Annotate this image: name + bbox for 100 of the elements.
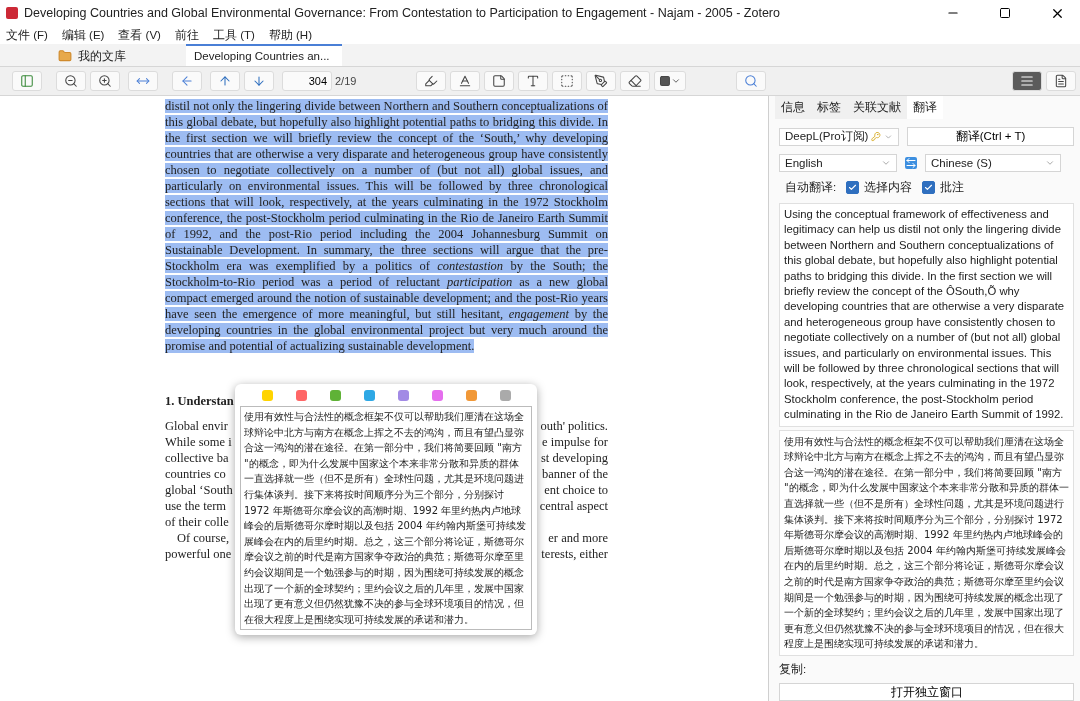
- text-line: banner of the: [541, 466, 608, 482]
- panel-tab[interactable]: 信息: [775, 96, 811, 119]
- fit-width-button[interactable]: [128, 71, 158, 91]
- color-button[interactable]: [654, 71, 687, 91]
- section-heading: 1. Understan: [165, 394, 235, 409]
- text-line: powerful one: [165, 546, 233, 562]
- checkbox-label: 选择内容: [864, 180, 913, 195]
- text-line: countries co: [165, 466, 227, 482]
- tab-label: 我的文库: [78, 48, 127, 64]
- menu-item[interactable]: 编辑 (E): [61, 27, 105, 43]
- check-icon: [848, 183, 858, 192]
- text-line: ent choice to: [543, 482, 608, 498]
- checkbox[interactable]: [922, 181, 936, 194]
- caret-icon: [881, 158, 891, 168]
- tab[interactable]: Developing Countries an...: [186, 44, 342, 66]
- caret-icon: [671, 76, 682, 86]
- highlight-button[interactable]: [416, 71, 447, 91]
- swap-icon[interactable]: [905, 157, 917, 169]
- previous-page-button[interactable]: [210, 71, 240, 91]
- color-swatch[interactable]: [465, 390, 477, 401]
- text-button[interactable]: [518, 71, 549, 91]
- text-line: global ‘South: [165, 482, 234, 498]
- text-line: While some i: [165, 434, 233, 450]
- panel-tab[interactable]: 翻译: [907, 96, 943, 119]
- translate-button[interactable]: 翻译(Ctrl + T): [907, 127, 1074, 146]
- color-swatch[interactable]: [431, 390, 443, 401]
- underline-button[interactable]: [450, 71, 481, 91]
- view-button[interactable]: [1046, 71, 1076, 91]
- checkbox[interactable]: [846, 181, 860, 194]
- text-line: e impulse for: [541, 434, 608, 450]
- page-count: 2/19: [335, 75, 357, 87]
- panel-tab[interactable]: 关联文献: [847, 96, 907, 119]
- note-button[interactable]: [484, 71, 515, 91]
- arrow-down-icon: [252, 74, 266, 88]
- panel-tab[interactable]: 标签: [811, 96, 847, 119]
- maximize-icon: [999, 7, 1011, 19]
- color-swatch[interactable]: [363, 390, 375, 401]
- text-line: of their colle: [165, 514, 230, 530]
- selected-paragraph: distil not only the lingering divide between Northern and Southern conceptualizations of this global debate, but hopefully also highlight potential paths to bridging this divide. In the first section we will briefly review the concept of the ‘South,’ why developing countries that are otherwise a very disparate and heterogeneous group have consistently chosen to negotiate collectively on a number of (but not all) global issues, and particularly on environmental issues. This will be followed by three chronological sections that will look, respectively, at the years culminating in the 1972 Stockholm conference, the post-Stockholm period culminating in the Rio de Janeiro Earth Summit of 1992, and the post-Rio period including the 2004 Johannesburg Summit on Sustainable Development. In summary, the three sections will argue that the pre-Stockholm era was exemplified by a politics of contestastion by the South; the Stockholm-to-Rio period was a period of reluctant participation as a new global compact emerged around the notion of sustainable development; and the post-Rio years have seen the emergence of more meaningful, but still hesitant, engagement by the developing countries in the global environmental project but very much around the promise and potential of actualizing sustainable development.: [165, 98, 608, 354]
- highlighter-icon: [424, 74, 439, 88]
- source-text-area[interactable]: Using the conceptual framework of effectiveness and legitimacy can help us distil not only the lingering divide between Northern and Southern conceptualizations of this global debate, but hopefully also highlight potential paths to bridging this divide. In the first section we will briefly review the concept of the ÔSouth,Õ why developing countries that are otherwise a very disparate and heterogeneous group have consistently chosen to negotiate collectively on a number of (but not all) global issues, and particularly on environmental issues. This will be followed by three chronological sections that will look, respectively, at the years culminating in the 1972 Stockholm conference, the post-Stockholm period culminating in the Rio de Janeiro Earth Summit of 1992.: [779, 203, 1074, 427]
- language-name: Chinese (S): [931, 157, 992, 169]
- note-icon: [492, 74, 507, 88]
- sidebar-toggle-button[interactable]: [12, 71, 42, 91]
- eraser-button[interactable]: [620, 71, 651, 91]
- check-icon: [924, 183, 934, 192]
- text-line: st developing: [540, 450, 608, 466]
- color-swatch[interactable]: [329, 390, 341, 401]
- document-icon: [1054, 74, 1068, 88]
- view-button[interactable]: [1012, 71, 1042, 91]
- translation-text-area[interactable]: 使用有效性与合法性的概念框架不仅可以帮助我们厘清在这场全球辩论中北方与南方在概念上挥之不去的鸿沟，而且有望凸显弥合这一鸿沟的潜在途径。在第一部分中，我们将简要回顾 "南方 "的概念，即为什么发展中国家这个本来非常分散和异质的群体一直选择就一些（但不是所有）全球性问题，尤其是环境问题进行集体谈判。接下来将按时间顺序分为三个部分，分别探讨 1972 年斯德哥尔摩会议的高潮时期、1992 年里约热内卢地球峰会的后斯德哥尔摩时期以及包括 2004 年约翰内斯堡可持续发展峰会在内的后里约时期。总之，这三个部分将论证，斯德哥尔摩会议之前的时代是南方国家争夺政治的典范；斯德哥尔摩至里约会议期间是一个勉强参与的时期，因为围绕可持续发展的概念出现了一个新的全球契约；里约会议之后的几年里，发展中国家出现了更有意义但仍然犹豫不决的参与全球环境项目的情况，但在很大程度上是围绕实现可持续发展的承诺和潜力。: [779, 429, 1074, 656]
- engine-name: DeepL(Pro订阅): [785, 129, 869, 144]
- app-icon: [6, 7, 18, 19]
- lines-icon: [1020, 74, 1034, 88]
- area-icon: [560, 74, 575, 88]
- engine-select[interactable]: DeepL(Pro订阅): [779, 127, 899, 146]
- menu-item[interactable]: 帮助 (H): [268, 27, 312, 43]
- folder-icon: [58, 49, 72, 63]
- sidebar-icon: [20, 74, 34, 88]
- target-language-select[interactable]: Chinese (S): [925, 154, 1061, 172]
- zoom-in-icon: [98, 74, 112, 88]
- color-swatch[interactable]: [295, 390, 307, 401]
- open-window-button[interactable]: 打开独立窗口: [779, 683, 1074, 701]
- search-button[interactable]: [736, 71, 767, 91]
- ink-button[interactable]: [586, 71, 617, 91]
- window-title: Developing Countries and Global Environmental Governance: From Contestation to Participation to Engagement - Najam - 2005 - Zotero: [24, 6, 781, 20]
- eraser-icon: [628, 74, 643, 88]
- zoom-out-button[interactable]: [56, 71, 86, 91]
- zoom-in-button[interactable]: [90, 71, 120, 91]
- text-line: use the term: [165, 498, 228, 514]
- caret-icon: [1045, 158, 1055, 168]
- color-swatch[interactable]: [499, 390, 511, 401]
- copy-label: 复制:: [779, 662, 807, 677]
- swatch-icon: [659, 75, 672, 87]
- menu-item[interactable]: 文件 (F): [6, 27, 48, 43]
- pen-icon: [594, 74, 609, 88]
- underline-icon: [458, 74, 473, 88]
- popup-translation: 使用有效性与合法性的概念框架不仅可以帮助我们厘清在这场全球辩论中北方与南方在概念上挥之不去的鸿沟，而且有望凸显弥合这一鸿沟的潜在途径。在第一部分中，我们将简要回顾 "南方 "的概念，即为什么发展中国家这个本来非常分散和异质的群体一直选择就一些（但不是所有）全球性问题，尤其是环境问题进行集体谈判。接下来将按时间顺序分为三个部分，分别探讨 1972 年斯德哥尔摩会议的高潮时期、1992 年里约热内卢地球峰会的后斯德哥尔摩时期以及包括 2004 年约翰内斯堡可持续发展峰会在内的后里约时期。总之，这三个部分将论证，斯德哥尔摩会议之前的时代是南方国家争夺政治的典范；斯德哥尔摩至里约会议期间是一个勉强参与的时期，因为围绕可持续发展的概念出现了一个新的全球契约；里约会议之后的几年里，发展中国家出现了更有意义但仍然犹豫不决的参与全球环境项目的情况，但在很大程度上是围绕实现可持续发展的承诺和潜力。: [240, 406, 532, 631]
- text-icon: [526, 74, 541, 88]
- text-line: er and more: [547, 530, 608, 546]
- back-button[interactable]: [172, 71, 202, 91]
- text-line: Global envir: [165, 418, 229, 434]
- text-line: Of course,: [176, 530, 231, 546]
- language-name: English: [785, 157, 823, 169]
- color-swatch[interactable]: [261, 390, 273, 401]
- text-line: terests, either: [540, 546, 608, 562]
- source-language-select[interactable]: English: [779, 154, 897, 172]
- search-icon: [744, 74, 759, 88]
- tab[interactable]: 我的文库: [50, 44, 186, 66]
- menu-item[interactable]: 工具 (T): [212, 27, 255, 43]
- menu-item[interactable]: 查看 (V): [118, 27, 161, 43]
- checkbox-label: 批注: [940, 180, 965, 195]
- next-page-button[interactable]: [244, 71, 274, 91]
- color-swatch[interactable]: [397, 390, 409, 401]
- page-field[interactable]: 304: [282, 71, 332, 91]
- auto-translate-label: 自动翻译:: [785, 180, 837, 195]
- text-line: central aspect: [539, 498, 608, 514]
- menu-item[interactable]: 前往: [174, 27, 199, 43]
- key-icon: [871, 131, 882, 142]
- text-line: collective ba: [165, 450, 230, 466]
